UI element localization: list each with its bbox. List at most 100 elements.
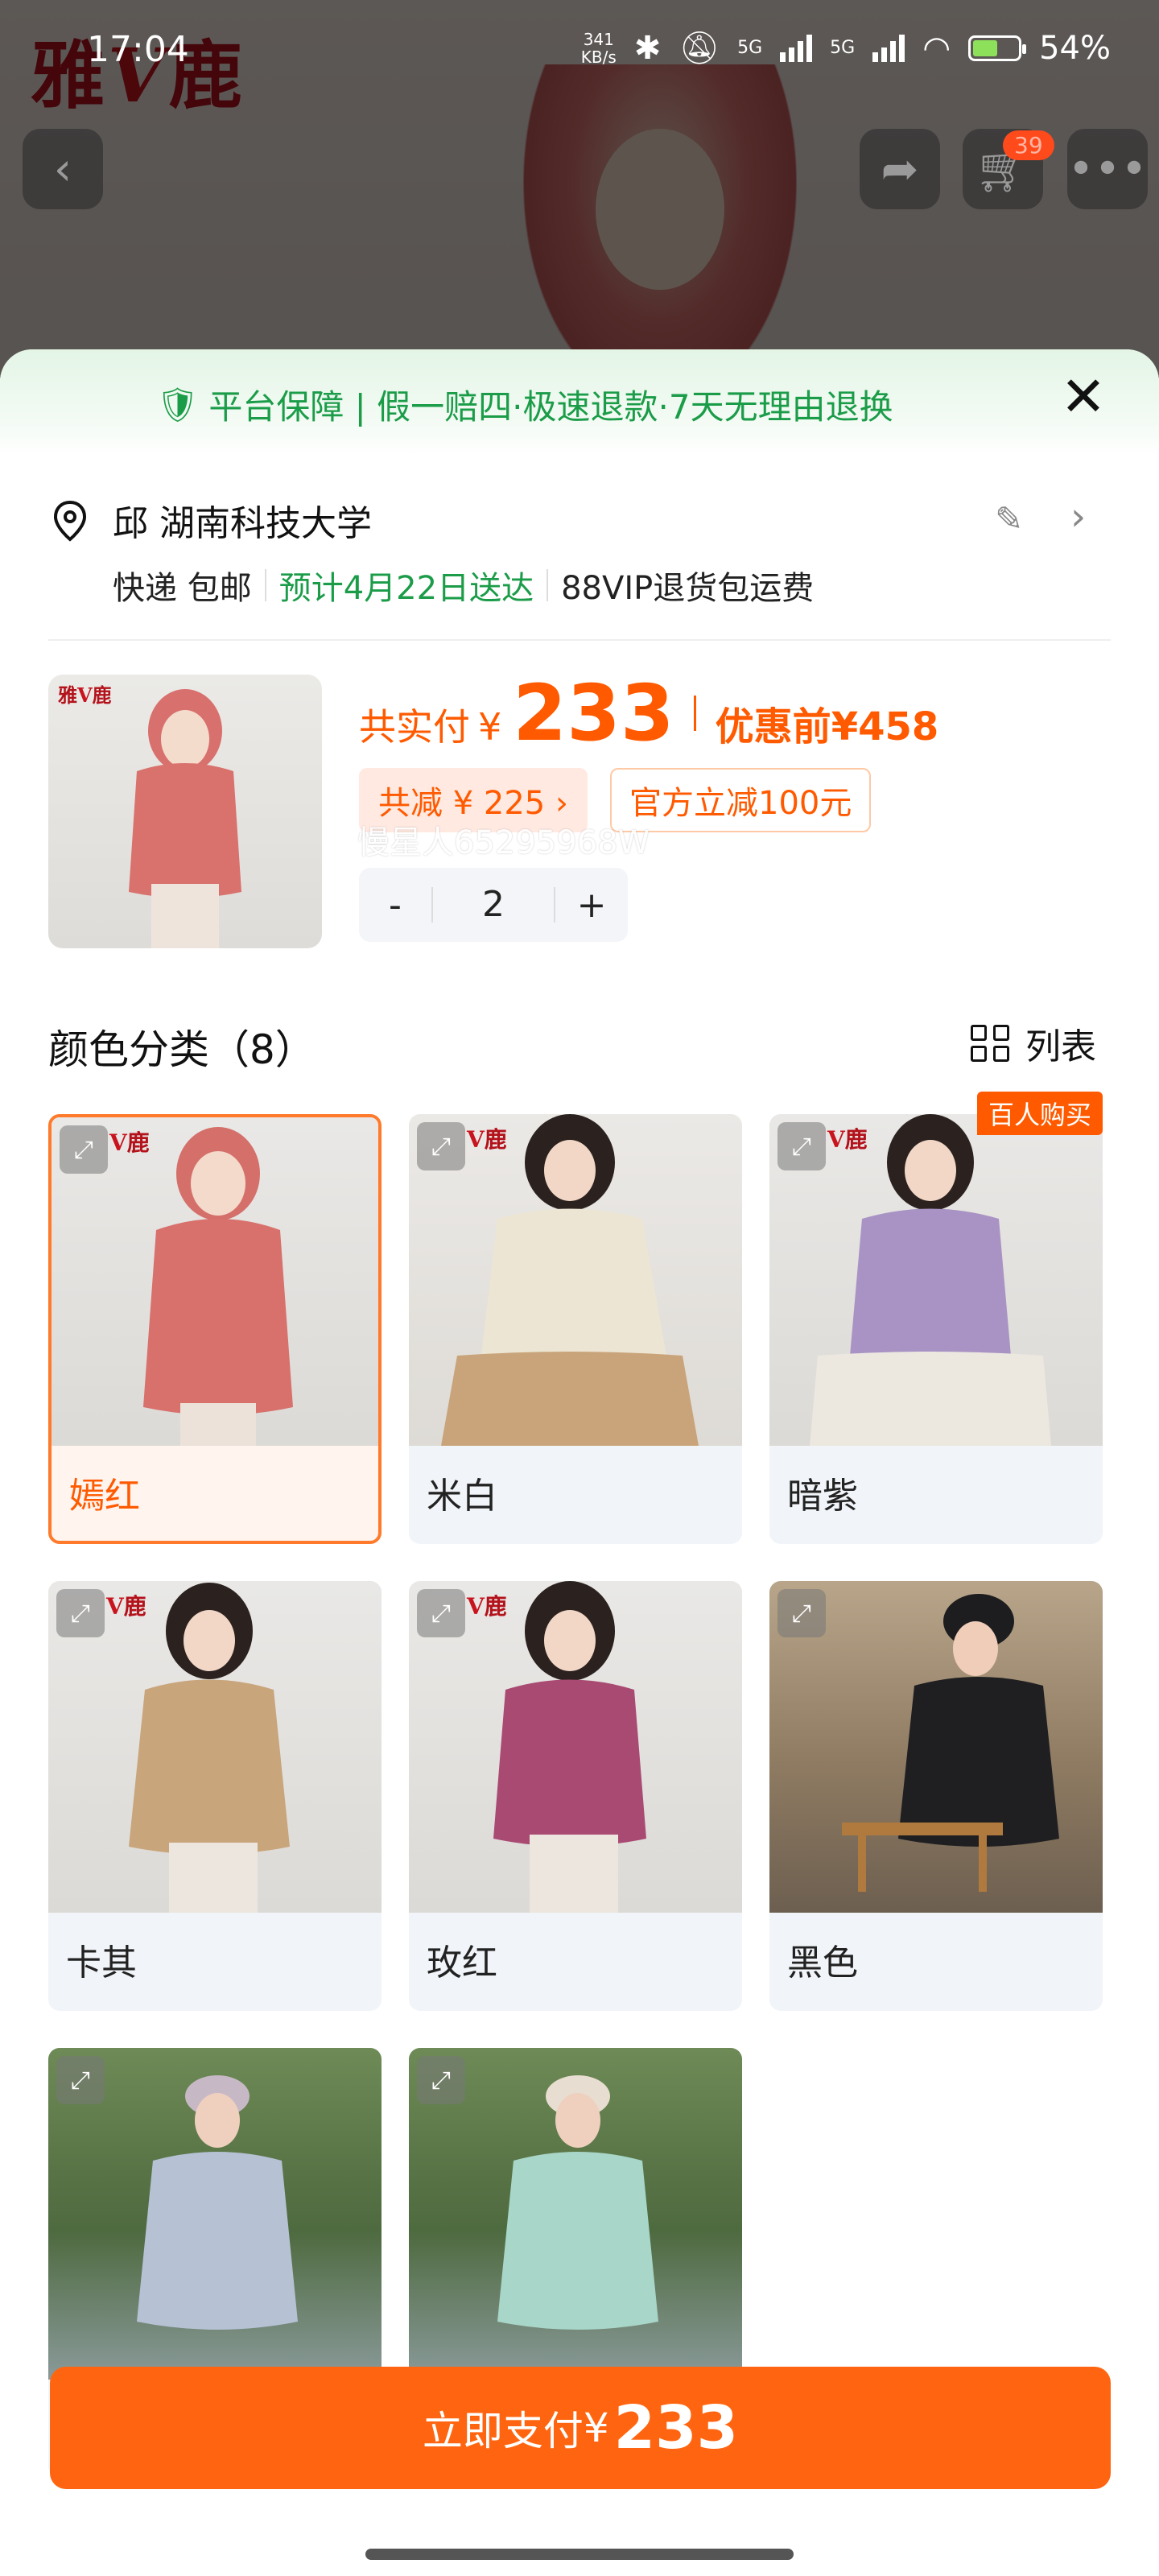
- zoom-expand-icon: ⤢: [792, 1599, 811, 1628]
- zoom-expand-icon: ⤢: [71, 2066, 90, 2095]
- status-time: 17:04: [87, 29, 189, 70]
- color-section-title: 颜色分类（8）: [48, 1026, 316, 1073]
- pay-amount: 233: [513, 668, 674, 758]
- address-chevron[interactable]: ›: [1070, 494, 1086, 539]
- network-type-1: 5G: [737, 38, 763, 58]
- official-discount-chip: 官方立减100元: [610, 768, 872, 832]
- popular-badge: 百人购买: [976, 1092, 1103, 1135]
- chevron-right-icon: ›: [1070, 494, 1087, 539]
- price-divider: [693, 696, 696, 731]
- color-options-grid: ⤢ V鹿 嫣红 ⤢ V鹿 米白 ⤢ V鹿 百人购买 暗紫 ⤢ V鹿 卡其 ⤢ V…: [48, 1092, 1111, 2478]
- location-pin-icon: [53, 500, 87, 542]
- option-image: ⤢ V鹿: [769, 1114, 1103, 1446]
- quantity-stepper: - 2 +: [359, 868, 628, 942]
- zoom-expand-icon: ⤢: [431, 1132, 451, 1161]
- delivery-estimate: 预计4月22日送达: [278, 570, 534, 607]
- signal-icon: [780, 34, 813, 62]
- option-image: ⤢ V鹿: [409, 1114, 742, 1446]
- back-button[interactable]: ‹: [23, 129, 103, 209]
- before-amount: ¥458: [831, 704, 939, 749]
- color-option-card[interactable]: ⤢ V鹿 嫣红: [48, 1114, 382, 1544]
- pay-button-label: 立即支付: [422, 2408, 584, 2454]
- section-divider: [48, 639, 1111, 641]
- option-label: 卡其: [66, 1942, 137, 1984]
- shipping-info: 快递 包邮 预计4月22日送达 88VIP退货包运费: [113, 562, 814, 609]
- option-image: ⤢: [409, 2048, 742, 2380]
- zoom-expand-icon: ⤢: [431, 2066, 451, 2095]
- shield-check-icon: 🛡︎: [156, 384, 200, 424]
- color-option-card[interactable]: ⤢ V鹿 百人购买 暗紫: [769, 1092, 1103, 1544]
- zoom-button[interactable]: ⤢: [777, 1589, 826, 1637]
- back-arrow-icon: ‹: [53, 142, 72, 196]
- zoom-button[interactable]: ⤢: [56, 1589, 105, 1637]
- option-label: 嫣红: [69, 1476, 140, 1517]
- guarantee-text: 平台保障 | 假一赔四·极速退款·7天无理由退换: [208, 387, 893, 427]
- brand-mark: V鹿: [827, 1126, 868, 1153]
- quantity-value[interactable]: 2: [431, 887, 555, 923]
- bluetooth-icon: ✱: [633, 29, 662, 67]
- divider: [264, 569, 266, 601]
- pay-now-button[interactable]: 立即支付 ¥ 233: [50, 2367, 1111, 2489]
- grid-list-icon: [971, 1025, 1011, 1062]
- shipping-method: 快递 包邮: [113, 570, 252, 607]
- brand-mark: 雅V鹿: [58, 683, 112, 707]
- option-image: ⤢ V鹿: [48, 1581, 382, 1913]
- product-photo: [129, 689, 241, 948]
- address-name[interactable]: 邱 湖南科技大学: [113, 494, 372, 546]
- signal-icon-2: [872, 34, 905, 62]
- network-type-2: 5G: [830, 38, 856, 58]
- quantity-decrease-button[interactable]: -: [359, 885, 431, 926]
- guarantee-banner: 🛡︎ 平台保障 | 假一赔四·极速退款·7天无理由退换 ✕: [0, 349, 1159, 456]
- zoom-expand-icon: ⤢: [71, 1599, 90, 1628]
- pay-label: 共实付: [359, 705, 470, 749]
- option-image: ⤢ V鹿: [409, 1581, 742, 1913]
- battery-icon: [968, 35, 1027, 61]
- cart-count-badge: 39: [1003, 130, 1054, 160]
- zoom-button[interactable]: ⤢: [777, 1122, 826, 1170]
- currency-symbol: ¥: [478, 705, 502, 749]
- edit-address-button[interactable]: ✎: [995, 499, 1023, 539]
- option-label: 暗紫: [787, 1476, 858, 1517]
- zoom-expand-icon: ⤢: [74, 1135, 93, 1164]
- zoom-button[interactable]: ⤢: [417, 2056, 465, 2104]
- zoom-button[interactable]: ⤢: [56, 2056, 105, 2104]
- more-icon: •••: [1067, 142, 1148, 196]
- network-speed: 341 KB/s: [580, 29, 617, 67]
- view-toggle-label: 列表: [1025, 1026, 1096, 1067]
- brand-mark: V鹿: [467, 1593, 507, 1620]
- close-button[interactable]: ✕: [1059, 370, 1107, 425]
- battery-percent: 54%: [1039, 29, 1111, 67]
- brand-mark: V鹿: [106, 1593, 146, 1620]
- sku-selector-sheet: 🛡︎ 平台保障 | 假一赔四·极速退款·7天无理由退换 ✕ 邱 湖南科技大学 ✎…: [0, 349, 1159, 2576]
- zoom-button[interactable]: ⤢: [417, 1589, 465, 1637]
- share-button[interactable]: ➦: [860, 129, 940, 209]
- before-label: 优惠前: [715, 704, 831, 749]
- more-button[interactable]: •••: [1067, 129, 1148, 209]
- pay-button-currency: ¥: [583, 2405, 609, 2451]
- brand-mark: V鹿: [467, 1126, 507, 1153]
- option-label: 黑色: [787, 1942, 858, 1984]
- quantity-increase-button[interactable]: +: [555, 885, 628, 926]
- color-option-card[interactable]: ⤢ V鹿 玫红: [409, 1581, 742, 2011]
- zoom-button[interactable]: ⤢: [417, 1122, 465, 1170]
- edit-pencil-icon: ✎: [995, 499, 1024, 539]
- option-image: ⤢: [769, 1581, 1103, 1913]
- return-policy: 88VIP退货包运费: [561, 570, 815, 607]
- discount-detail-chip[interactable]: 共减 ¥ 225 ›: [359, 768, 588, 832]
- color-option-card[interactable]: ⤢ 黑色: [769, 1581, 1103, 2011]
- color-option-card[interactable]: ⤢ V鹿 米白: [409, 1114, 742, 1544]
- option-image: ⤢: [48, 2048, 382, 2380]
- status-bar: 17:04 341 KB/s ✱ 🔕︎ 5G 5G ◠ 54%: [0, 0, 1159, 105]
- selected-product-thumbnail[interactable]: 雅V鹿: [48, 675, 322, 948]
- divider: [547, 569, 549, 601]
- wifi-icon: ◠: [922, 29, 951, 67]
- brand-mark: V鹿: [109, 1129, 150, 1156]
- zoom-button[interactable]: ⤢: [60, 1125, 108, 1174]
- price-row: 共实付 ¥ 233 优惠前 ¥458: [359, 668, 938, 758]
- share-icon: ➦: [881, 142, 919, 196]
- color-option-card[interactable]: ⤢ V鹿 卡其: [48, 1581, 382, 2011]
- home-indicator[interactable]: [365, 2549, 794, 2560]
- close-icon: ✕: [1060, 365, 1107, 429]
- list-view-toggle[interactable]: 列表: [971, 1018, 1096, 1069]
- zoom-expand-icon: ⤢: [792, 1132, 811, 1161]
